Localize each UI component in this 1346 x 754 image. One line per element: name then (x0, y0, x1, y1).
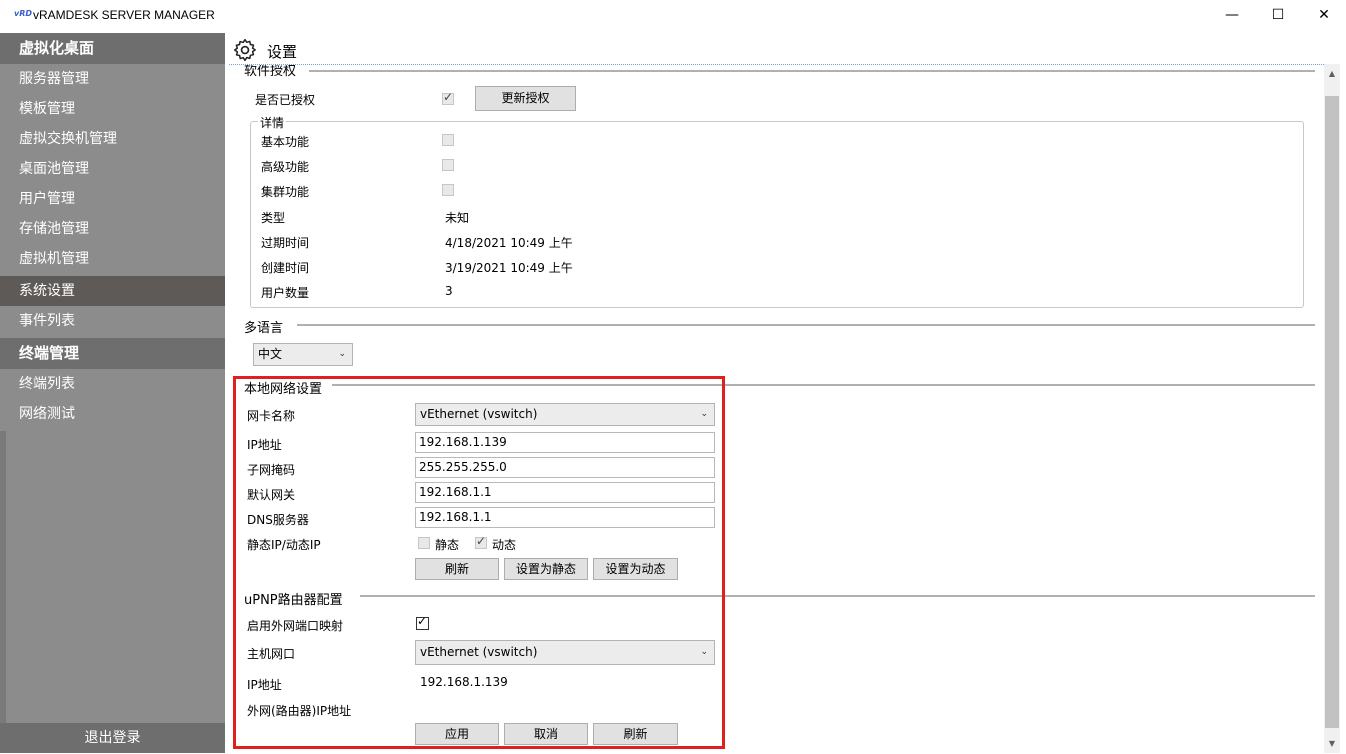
scrollbar-thumb[interactable] (1325, 96, 1339, 728)
sidebar-empty-area (0, 431, 225, 723)
scroll-down-arrow-icon[interactable]: ▼ (1324, 736, 1340, 752)
window-title: vRAMDESK SERVER MANAGER (33, 8, 215, 22)
basic-feature-checkbox (442, 134, 454, 146)
basic-feature-label: 基本功能 (261, 135, 310, 149)
section-language: 多语言 (244, 317, 290, 336)
divider (309, 70, 1315, 72)
language-select-value: 中文 (258, 347, 283, 361)
advanced-feature-label: 高级功能 (261, 160, 310, 174)
cluster-feature-checkbox (442, 184, 454, 196)
update-license-button[interactable]: 更新授权 (475, 86, 576, 111)
close-button[interactable]: ✕ (1301, 0, 1346, 31)
sidebar-item-user-management[interactable]: 用户管理 (0, 184, 225, 214)
sidebar-group-virtual-desktop: 虚拟化桌面 (0, 33, 225, 64)
authorized-label: 是否已授权 (255, 93, 316, 107)
page-title: 设置 (267, 43, 298, 61)
user-count-value: 3 (445, 284, 453, 298)
chevron-down-icon: ⌄ (338, 349, 346, 359)
sidebar-item-network-test[interactable]: 网络测试 (0, 399, 225, 429)
type-value: 未知 (445, 211, 470, 225)
sidebar-item-server-management[interactable]: 服务器管理 (0, 64, 225, 94)
sidebar-item-vswitch-management[interactable]: 虚拟交换机管理 (0, 124, 225, 154)
sidebar-item-system-settings[interactable]: 系统设置 (0, 276, 225, 306)
created-value: 3/19/2021 10:49 上午 (445, 261, 573, 275)
sidebar-item-vm-management[interactable]: 虚拟机管理 (0, 244, 225, 274)
expire-value: 4/18/2021 10:49 上午 (445, 236, 573, 250)
sidebar-item-storage-pool[interactable]: 存储池管理 (0, 214, 225, 244)
language-select[interactable]: 中文 ⌄ (253, 343, 353, 366)
details-title: 详情 (258, 114, 287, 131)
advanced-feature-checkbox (442, 159, 454, 171)
sidebar-item-desktop-pool[interactable]: 桌面池管理 (0, 154, 225, 184)
title-bar: vRD vRAMDESK SERVER MANAGER — ☐ ✕ (0, 0, 1346, 31)
logout-button[interactable]: 退出登录 (0, 723, 225, 753)
expire-label: 过期时间 (261, 236, 310, 250)
type-label: 类型 (261, 211, 286, 225)
user-count-label: 用户数量 (261, 286, 310, 300)
sidebar-item-terminal-list[interactable]: 终端列表 (0, 369, 225, 399)
minimize-button[interactable]: — (1209, 0, 1255, 31)
section-license: 软件授权 (244, 65, 303, 79)
sidebar-item-event-list[interactable]: 事件列表 (0, 306, 225, 336)
app-logo: vRD (14, 9, 33, 18)
sidebar-footer: 退出登录 (0, 723, 225, 753)
scroll-up-arrow-icon[interactable]: ▲ (1324, 66, 1340, 82)
cluster-feature-label: 集群功能 (261, 185, 310, 199)
sidebar-group-terminal: 终端管理 (0, 338, 225, 369)
created-label: 创建时间 (261, 261, 310, 275)
gear-icon (233, 38, 256, 62)
divider (297, 324, 1315, 326)
authorized-checkbox[interactable] (442, 90, 454, 105)
maximize-button[interactable]: ☐ (1255, 0, 1301, 31)
sidebar: 虚拟化桌面 服务器管理 模板管理 虚拟交换机管理 桌面池管理 用户管理 存储池管… (0, 33, 225, 753)
details-group (250, 121, 1304, 308)
sidebar-item-template-management[interactable]: 模板管理 (0, 94, 225, 124)
page-header: 设置 (229, 35, 1339, 65)
highlight-box (233, 376, 725, 749)
